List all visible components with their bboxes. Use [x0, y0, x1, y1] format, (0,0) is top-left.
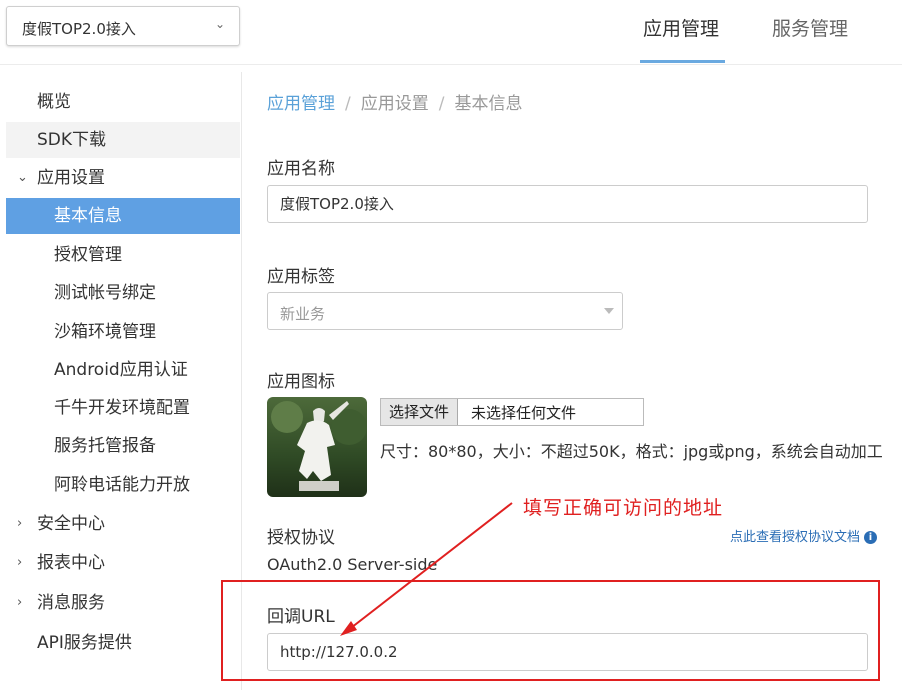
annotation-arrow: [340, 502, 513, 636]
